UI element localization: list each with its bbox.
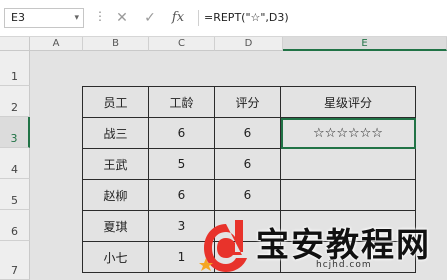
row-label: 2 bbox=[11, 101, 18, 114]
cancel-button[interactable]: ✕ bbox=[112, 8, 132, 28]
row-header-1[interactable]: 1 bbox=[0, 51, 30, 86]
row-header-4[interactable]: 4 bbox=[0, 148, 30, 179]
header-cell[interactable]: 工龄 bbox=[148, 86, 215, 118]
column-header-b[interactable]: B bbox=[83, 37, 149, 51]
header-cell[interactable]: 员工 bbox=[82, 86, 149, 118]
watermark: 宝安教程网 hcjhd.com bbox=[196, 210, 447, 280]
column-header-a[interactable]: A bbox=[30, 37, 83, 51]
formula-input[interactable]: =REPT("☆",D3) bbox=[204, 8, 289, 28]
chevron-down-icon[interactable]: ▾ bbox=[74, 9, 79, 27]
cell[interactable]: 夏琪 bbox=[82, 210, 149, 242]
divider bbox=[198, 10, 199, 26]
more-options-icon: ⋮ bbox=[94, 9, 106, 23]
column-header-d[interactable]: D bbox=[215, 37, 283, 51]
table-row: 王武 5 6 bbox=[82, 148, 416, 180]
selected-cell-e3[interactable]: ☆☆☆☆☆☆ bbox=[280, 117, 416, 149]
column-header-e[interactable]: E bbox=[283, 37, 447, 51]
row-label: 5 bbox=[11, 194, 18, 207]
cell[interactable]: 6 bbox=[148, 117, 215, 149]
table-row: 赵柳 6 6 bbox=[82, 179, 416, 211]
name-box[interactable]: E3 ▾ bbox=[4, 8, 84, 28]
row-label: 7 bbox=[11, 264, 18, 277]
cell[interactable]: 6 bbox=[148, 179, 215, 211]
cell[interactable]: 小七 bbox=[82, 241, 149, 273]
cell[interactable]: 6 bbox=[214, 148, 281, 180]
row-label: 1 bbox=[11, 70, 18, 83]
watermark-url: hcjhd.com bbox=[316, 260, 372, 270]
insert-function-button[interactable]: fx bbox=[168, 8, 188, 28]
row-label: 4 bbox=[11, 163, 18, 176]
watermark-logo-icon bbox=[199, 220, 247, 272]
row-header-7[interactable]: 7 bbox=[0, 241, 30, 280]
row-label: 3 bbox=[10, 132, 18, 145]
table-header-row: 员工 工龄 评分 星级评分 bbox=[82, 86, 416, 118]
row-header-2[interactable]: 2 bbox=[0, 86, 30, 117]
cell[interactable]: 王武 bbox=[82, 148, 149, 180]
table-row: 战三 6 6 ☆☆☆☆☆☆ bbox=[82, 117, 416, 149]
enter-button[interactable]: ✓ bbox=[140, 8, 160, 28]
cell[interactable]: 赵柳 bbox=[82, 179, 149, 211]
cell[interactable] bbox=[280, 148, 416, 180]
cell[interactable]: 6 bbox=[214, 117, 281, 149]
row-header-5[interactable]: 5 bbox=[0, 179, 30, 210]
cell[interactable]: 5 bbox=[148, 148, 215, 180]
name-box-value: E3 bbox=[11, 11, 25, 24]
column-header-c[interactable]: C bbox=[149, 37, 215, 51]
watermark-text: 宝安教程网 bbox=[256, 225, 431, 264]
cell[interactable]: 6 bbox=[214, 179, 281, 211]
cell[interactable]: 战三 bbox=[82, 117, 149, 149]
select-all-corner[interactable] bbox=[0, 37, 30, 51]
header-cell[interactable]: 评分 bbox=[214, 86, 281, 118]
cell[interactable] bbox=[280, 179, 416, 211]
row-header-3[interactable]: 3 bbox=[0, 117, 30, 148]
row-label: 6 bbox=[11, 225, 18, 238]
row-header-6[interactable]: 6 bbox=[0, 210, 30, 241]
header-cell[interactable]: 星级评分 bbox=[280, 86, 416, 118]
formula-bar: E3 ▾ ⋮ ✕ ✓ fx =REPT("☆",D3) bbox=[0, 0, 447, 37]
